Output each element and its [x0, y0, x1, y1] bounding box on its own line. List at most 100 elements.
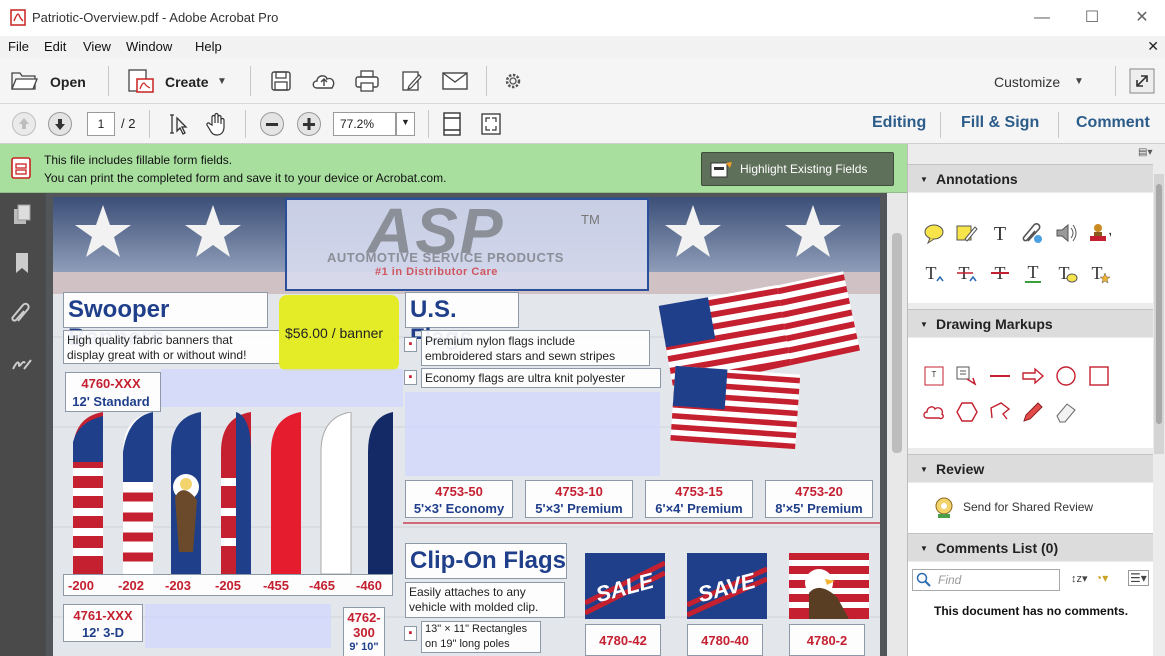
sticky-note-icon[interactable] [922, 221, 946, 245]
review-title: Review [936, 461, 985, 477]
toolbar-separator [1058, 112, 1059, 138]
zoom-in-button[interactable] [297, 112, 321, 136]
swooper-banners-image [73, 412, 393, 574]
fit-page-icon[interactable] [442, 111, 462, 137]
create-button[interactable]: Create [165, 74, 209, 90]
record-audio-icon[interactable] [1054, 221, 1078, 245]
create-dropdown-icon[interactable]: ▼ [217, 76, 227, 87]
close-document-icon[interactable]: ✕ [1147, 38, 1159, 55]
drawing-markups-header[interactable]: ▼ Drawing Markups [908, 309, 1153, 337]
highlight-existing-fields-button[interactable]: Highlight Existing Fields [701, 152, 894, 186]
arrow-down-icon [55, 119, 65, 130]
variant-code: -205 [215, 578, 242, 593]
pencil-tool-icon[interactable] [1021, 400, 1045, 424]
send-for-shared-review-link[interactable]: Send for Shared Review [963, 500, 1093, 514]
zoom-level-input[interactable]: 77.2% [333, 112, 396, 136]
open-button[interactable]: Open [50, 74, 86, 90]
underline-icon[interactable]: T [1021, 261, 1045, 285]
callout-icon[interactable] [955, 364, 979, 388]
expand-icon[interactable] [1129, 68, 1155, 94]
attach-file-icon[interactable] [1021, 221, 1045, 245]
stamp-icon[interactable]: ▾ [1087, 221, 1111, 245]
email-icon[interactable] [441, 71, 469, 91]
hand-tool-icon[interactable] [205, 112, 229, 136]
insert-text-icon[interactable]: T [922, 261, 946, 285]
comments-options-icon[interactable]: ☰▾ [1128, 570, 1149, 586]
cloud-upload-icon[interactable] [310, 70, 338, 92]
form-field[interactable] [145, 604, 331, 648]
svg-text:T: T [926, 263, 937, 283]
filter-comments-icon[interactable]: ◔▾ [1095, 571, 1108, 585]
svg-text:T: T [1092, 263, 1103, 283]
page-thumbnails-icon[interactable] [10, 203, 34, 227]
customize-dropdown-icon[interactable]: ▼ [1074, 76, 1084, 87]
page-number-input[interactable]: 1 [87, 112, 115, 136]
add-text-icon[interactable]: T [988, 221, 1012, 245]
menu-help[interactable]: Help [195, 39, 222, 54]
close-window-button[interactable]: ✕ [1130, 6, 1154, 30]
highlight-text-icon[interactable] [955, 221, 979, 245]
document-view[interactable]: ASP TM AUTOMOTIVE SERVICE PRODUCTS #1 in… [46, 193, 907, 656]
replace-text-icon[interactable]: T [955, 261, 979, 285]
minimize-button[interactable]: — [1030, 6, 1054, 30]
select-cursor-icon[interactable] [170, 113, 190, 135]
highlight-fields-label: Highlight Existing Fields [740, 162, 868, 176]
scrollbar-thumb[interactable] [892, 233, 902, 453]
line-tool-icon[interactable] [988, 364, 1012, 388]
create-pdf-icon[interactable] [126, 67, 156, 95]
add-note-to-text-icon[interactable]: T [1054, 261, 1078, 285]
pane-scrollbar[interactable] [1154, 174, 1164, 454]
sort-comments-icon[interactable]: ↕z▾ [1071, 572, 1088, 585]
rectangle-tool-icon[interactable] [1087, 364, 1111, 388]
variant-code: -465 [309, 578, 336, 593]
menu-view[interactable]: View [83, 39, 111, 54]
pane-options-icon[interactable]: ▤▾ [1138, 147, 1152, 158]
save-icon[interactable] [270, 70, 292, 92]
open-folder-icon[interactable] [10, 68, 38, 92]
comments-list-header[interactable]: ▼ Comments List (0) [908, 533, 1153, 561]
usflag-product-size: 5'×3' Economy [406, 501, 512, 516]
signatures-icon[interactable] [10, 351, 34, 375]
menu-file[interactable]: File [8, 39, 29, 54]
strikethrough-icon[interactable]: T [988, 261, 1012, 285]
gear-icon[interactable] [503, 71, 523, 91]
tab-fill-sign[interactable]: Fill & Sign [961, 114, 1039, 132]
review-header[interactable]: ▼ Review [908, 454, 1153, 482]
menu-bar: File Edit View Window Help ✕ [0, 36, 1165, 58]
clipon-code: 4780-42 [599, 633, 647, 648]
print-icon[interactable] [354, 69, 380, 93]
tab-editing[interactable]: Editing [872, 114, 926, 132]
collapse-triangle-icon: ▼ [920, 544, 928, 553]
next-page-button[interactable] [48, 112, 72, 136]
attachments-icon[interactable] [10, 301, 34, 325]
text-box-icon[interactable]: T [922, 364, 946, 388]
customize-button[interactable]: Customize [994, 74, 1060, 90]
pane-scrollbar-thumb[interactable] [1156, 184, 1162, 424]
usflags-bullet1-box: Premium nylon flags include embroidered … [421, 330, 650, 366]
menu-edit[interactable]: Edit [44, 39, 66, 54]
form-field[interactable] [405, 392, 660, 476]
connected-lines-icon[interactable] [988, 400, 1012, 424]
text-correction-icon[interactable]: T [1087, 261, 1111, 285]
menu-window[interactable]: Window [126, 39, 172, 54]
full-screen-icon[interactable] [480, 112, 502, 136]
form-field[interactable] [161, 369, 403, 407]
cloud-tool-icon[interactable] [922, 400, 946, 424]
edit-document-icon[interactable] [400, 69, 424, 93]
find-comments-input[interactable]: Find [912, 569, 1060, 591]
oval-tool-icon[interactable] [1054, 364, 1078, 388]
grade-text: Economy [445, 501, 505, 516]
notice-line-2: You can print the completed form and sav… [44, 171, 447, 185]
maximize-button[interactable]: ☐ [1080, 6, 1104, 30]
polygon-tool-icon[interactable] [955, 400, 979, 424]
zoom-out-button[interactable] [260, 112, 284, 136]
tab-comment[interactable]: Comment [1076, 114, 1150, 132]
arrow-tool-icon[interactable] [1021, 364, 1045, 388]
zoom-dropdown-icon[interactable]: ▼ [396, 112, 415, 136]
size-text: 6'×4' [655, 501, 684, 516]
bookmarks-icon[interactable] [10, 251, 34, 275]
eraser-tool-icon[interactable] [1054, 400, 1078, 424]
document-scrollbar[interactable] [887, 193, 907, 656]
previous-page-button[interactable] [12, 112, 36, 136]
annotations-header[interactable]: ▼ Annotations [908, 164, 1153, 192]
